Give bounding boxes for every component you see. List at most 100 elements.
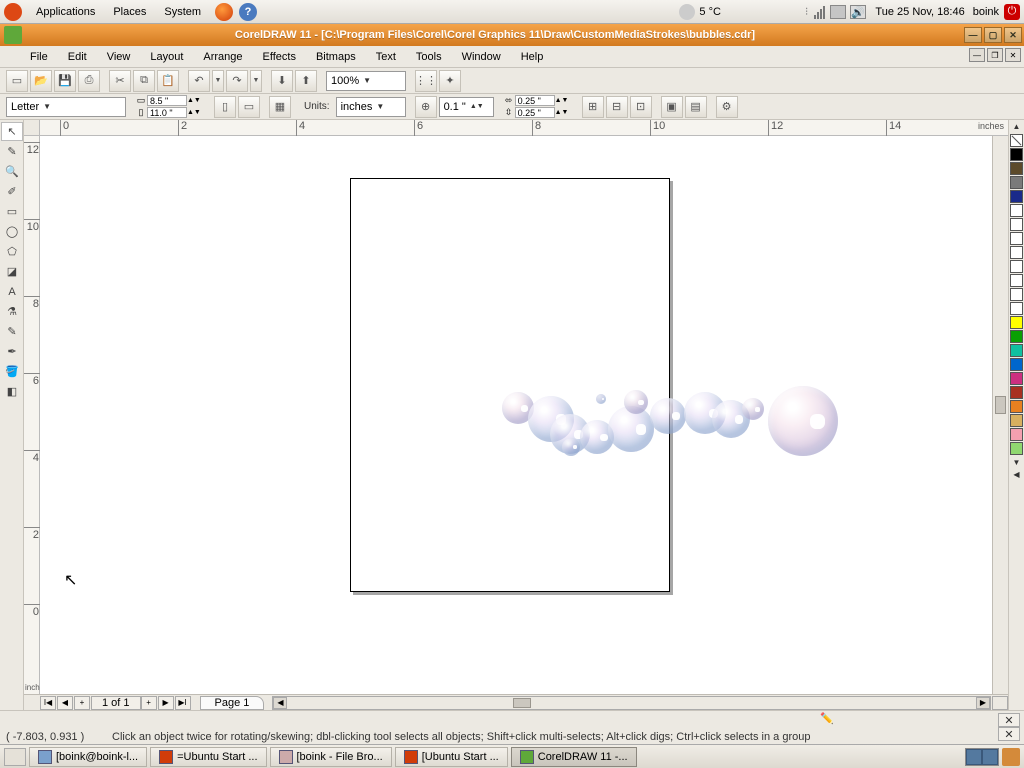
color-swatch[interactable] xyxy=(1010,246,1023,259)
width-spinner[interactable]: ▲▼ xyxy=(187,97,205,104)
open-button[interactable]: 📂 xyxy=(30,70,52,92)
landscape-button[interactable]: ▭ xyxy=(238,96,260,118)
mdi-close-button[interactable]: ✕ xyxy=(1005,48,1021,62)
color-swatch[interactable] xyxy=(1010,344,1023,357)
paper-size-combo[interactable]: Letter▼ xyxy=(6,97,126,117)
bubble-object[interactable] xyxy=(742,398,764,420)
mdi-minimize-button[interactable]: — xyxy=(969,48,985,62)
power-button-icon[interactable]: ⏻ xyxy=(1004,4,1020,20)
color-swatch[interactable] xyxy=(1010,428,1023,441)
taskbar-item[interactable]: [Ubuntu Start ... xyxy=(395,747,508,767)
color-swatch[interactable] xyxy=(1010,162,1023,175)
menu-effects[interactable]: Effects xyxy=(253,51,306,63)
hscroll-thumb[interactable] xyxy=(513,698,531,708)
user-name[interactable]: boink xyxy=(973,6,999,18)
dup-y-input[interactable]: 0.25 " xyxy=(515,107,555,118)
bubble-object[interactable] xyxy=(624,390,648,414)
snap-to-guidelines-button[interactable]: ⊟ xyxy=(606,96,628,118)
basic-shapes-tool[interactable]: ◪ xyxy=(1,262,23,281)
polygon-tool[interactable]: ⬠ xyxy=(1,242,23,261)
no-color-swatch[interactable] xyxy=(1010,134,1023,147)
ruler-origin[interactable] xyxy=(24,120,40,136)
shape-tool[interactable]: ✎ xyxy=(1,142,23,161)
pick-tool[interactable]: ↖ xyxy=(1,122,23,141)
color-swatch[interactable] xyxy=(1010,414,1023,427)
nudge-input[interactable]: 0.1 "▲▼ xyxy=(439,97,494,117)
height-spinner[interactable]: ▲▼ xyxy=(187,109,205,116)
new-button[interactable]: ▭ xyxy=(6,70,28,92)
color-swatch[interactable] xyxy=(1010,204,1023,217)
color-swatch[interactable] xyxy=(1010,190,1023,203)
add-page-before-button[interactable]: + xyxy=(74,696,90,710)
menu-layout[interactable]: Layout xyxy=(140,51,193,63)
interactive-fill-tool[interactable]: ◧ xyxy=(1,382,23,401)
color-swatch[interactable] xyxy=(1010,274,1023,287)
menu-bitmaps[interactable]: Bitmaps xyxy=(306,51,366,63)
page-layout-button[interactable]: ▦ xyxy=(269,96,291,118)
first-page-button[interactable]: I◀ xyxy=(40,696,56,710)
dup-x-input[interactable]: 0.25 " xyxy=(515,95,555,106)
color-swatch[interactable] xyxy=(1010,302,1023,315)
fill-indicator-none-icon[interactable]: ✕ xyxy=(998,713,1020,727)
dup-x-spinner[interactable]: ▲▼ xyxy=(555,97,573,104)
ubuntu-logo-icon[interactable] xyxy=(4,3,22,21)
undo-button[interactable]: ↶ xyxy=(188,70,210,92)
mdi-restore-button[interactable]: ❐ xyxy=(987,48,1003,62)
firefox-launcher-icon[interactable] xyxy=(215,3,233,21)
taskbar-item-active[interactable]: CorelDRAW 11 -... xyxy=(511,747,637,767)
prev-page-button[interactable]: ◀ xyxy=(57,696,73,710)
clock[interactable]: Tue 25 Nov, 18:46 xyxy=(875,6,964,18)
zoom-tool[interactable]: 🔍 xyxy=(1,162,23,181)
hscroll-right[interactable]: ▶ xyxy=(976,697,990,709)
network-signal-icon[interactable] xyxy=(814,5,825,19)
close-button[interactable]: ✕ xyxy=(1004,27,1022,43)
menu-file[interactable]: File xyxy=(20,51,58,63)
show-desktop-button[interactable] xyxy=(4,748,26,766)
menu-window[interactable]: Window xyxy=(452,51,511,63)
page-tab-1[interactable]: Page 1 xyxy=(200,696,265,710)
bubble-object[interactable] xyxy=(596,394,606,404)
horizontal-scrollbar[interactable]: ◀ ▶ xyxy=(272,696,991,710)
color-swatch[interactable] xyxy=(1010,176,1023,189)
treat-as-filled-button[interactable]: ▣ xyxy=(661,96,683,118)
portrait-button[interactable]: ▯ xyxy=(214,96,236,118)
interactive-blend-tool[interactable]: ⚗ xyxy=(1,302,23,321)
help-launcher-icon[interactable]: ? xyxy=(239,3,257,21)
palette-expand[interactable]: ◀ xyxy=(1013,470,1019,479)
minimize-button[interactable]: — xyxy=(964,27,982,43)
snap-to-grid-button[interactable]: ⊞ xyxy=(582,96,604,118)
options-button[interactable]: ⚙ xyxy=(716,96,738,118)
bubble-object[interactable] xyxy=(562,438,580,456)
disk-tray-icon[interactable] xyxy=(830,5,846,19)
volume-tray-icon[interactable]: 🔊 xyxy=(850,5,866,19)
outline-tool[interactable]: ✒ xyxy=(1,342,23,361)
cut-button[interactable]: ✂ xyxy=(109,70,131,92)
color-swatch[interactable] xyxy=(1010,148,1023,161)
scroll-corner-button[interactable] xyxy=(992,696,1008,710)
hscroll-left[interactable]: ◀ xyxy=(273,697,287,709)
weather-icon[interactable] xyxy=(679,4,695,20)
menu-edit[interactable]: Edit xyxy=(58,51,97,63)
gnome-menu-places[interactable]: Places xyxy=(105,6,154,18)
taskbar-item[interactable]: [boink@boink-l... xyxy=(29,747,147,767)
trash-icon[interactable] xyxy=(1002,748,1020,766)
menu-text[interactable]: Text xyxy=(366,51,406,63)
outline-indicator-none-icon[interactable]: ✕ xyxy=(998,727,1020,741)
color-swatch[interactable] xyxy=(1010,232,1023,245)
palette-scroll-up[interactable]: ▲ xyxy=(1013,122,1021,131)
taskbar-item[interactable]: =Ubuntu Start ... xyxy=(150,747,266,767)
taskbar-item[interactable]: [boink - File Bro... xyxy=(270,747,392,767)
app-launcher-button[interactable]: ⋮⋮ xyxy=(415,70,437,92)
horizontal-ruler[interactable]: inches 02468101214 xyxy=(40,120,1008,136)
dynamic-guides-button[interactable]: ▤ xyxy=(685,96,707,118)
undo-dropdown[interactable]: ▼ xyxy=(212,70,224,92)
last-page-button[interactable]: ▶I xyxy=(175,696,191,710)
color-swatch[interactable] xyxy=(1010,260,1023,273)
vscroll-thumb[interactable] xyxy=(995,396,1006,414)
gnome-menu-applications[interactable]: Applications xyxy=(28,6,103,18)
color-swatch[interactable] xyxy=(1010,386,1023,399)
color-swatch[interactable] xyxy=(1010,330,1023,343)
color-swatch[interactable] xyxy=(1010,372,1023,385)
color-swatch[interactable] xyxy=(1010,288,1023,301)
page-height-input[interactable]: 11.0 " xyxy=(147,107,187,118)
